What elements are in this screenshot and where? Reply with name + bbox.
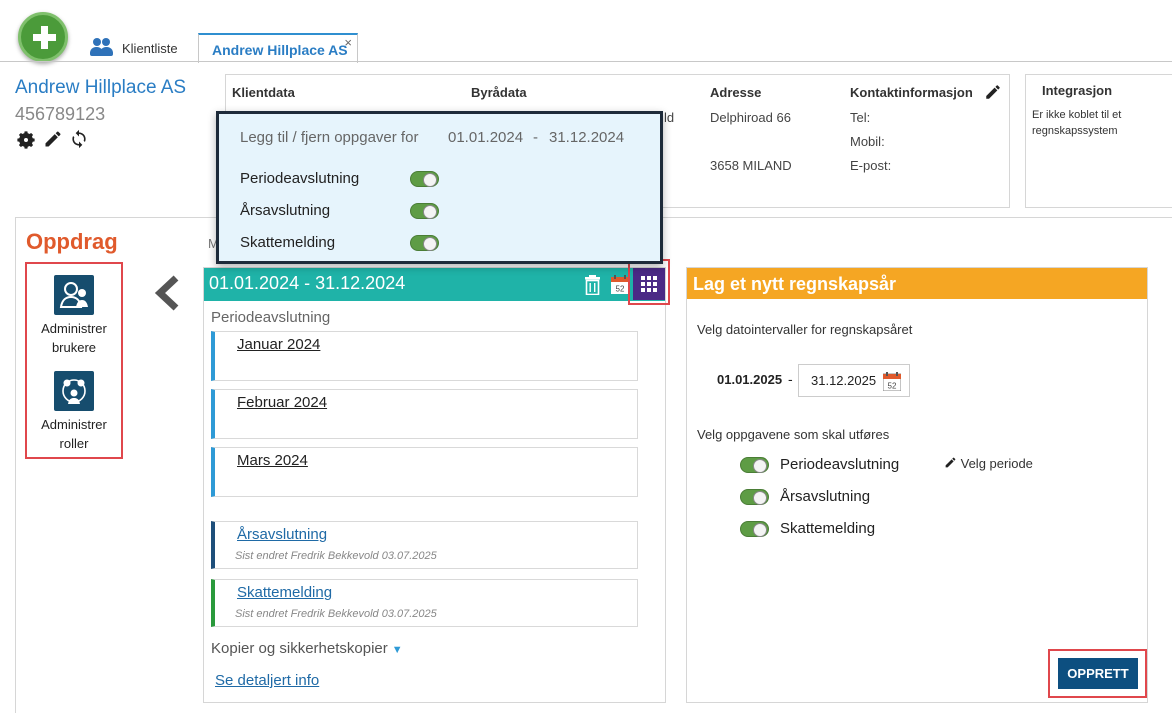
new-year-title: Lag et nytt regnskapsår bbox=[687, 268, 1147, 299]
arsavslutning-meta: Sist endret Fredrik Bekkevold 03.07.2025 bbox=[235, 550, 437, 562]
task-row-arsavslutning: Årsavslutning bbox=[740, 488, 870, 505]
popup-from: 01.01.2024 bbox=[448, 129, 524, 146]
periodeavslutning-label: Periodeavslutning bbox=[211, 309, 331, 326]
period-item-mars[interactable]: Mars 2024 bbox=[211, 447, 638, 497]
task-label-skattemelding: Skattemelding bbox=[780, 520, 876, 537]
calendar-badge-big: 52 bbox=[888, 382, 897, 391]
velg-periode-link[interactable]: Velg periode bbox=[944, 456, 1033, 471]
popup-item-arsavslutning: Årsavslutning bbox=[240, 202, 331, 219]
mobil-label: Mobil: bbox=[850, 134, 885, 149]
integrasjon-heading: Integrasjon bbox=[1042, 83, 1113, 98]
new-fiscal-year-panel: Velg datointervaller for regnskapsåret V… bbox=[686, 267, 1148, 703]
popup-sep: - bbox=[533, 129, 538, 146]
caret-down-icon: ▼ bbox=[391, 644, 403, 656]
date-interval-prompt: Velg datointervaller for regnskapsåret bbox=[697, 322, 913, 337]
period-header-to: 31.12.2024 bbox=[315, 273, 406, 293]
task-label-arsavslutning: Årsavslutning bbox=[780, 488, 871, 505]
byradata-heading: Byrådata bbox=[471, 85, 527, 100]
popup-title: Legg til / fjern oppgaver for bbox=[240, 129, 419, 146]
kontakt-heading: Kontaktinformasjon bbox=[850, 85, 973, 100]
task-item-skattemelding[interactable]: Skattemelding Sist endret Fredrik Bekkev… bbox=[211, 579, 638, 627]
to-date-field[interactable]: 31.12.2025 52 bbox=[798, 364, 910, 397]
arsavslutning-link[interactable]: Årsavslutning bbox=[237, 526, 327, 543]
task-toggle-arsavslutning[interactable] bbox=[740, 488, 769, 505]
skattemelding-meta: Sist endret Fredrik Bekkevold 03.07.2025 bbox=[235, 608, 437, 620]
integrasjon-status: Er ikke koblet til et regnskapssystem bbox=[1032, 109, 1122, 137]
grid-icon[interactable] bbox=[633, 268, 665, 300]
users-icon bbox=[88, 38, 114, 58]
chevron-left-icon[interactable] bbox=[150, 274, 190, 314]
se-detaljert-info-link[interactable]: Se detaljert info bbox=[215, 672, 319, 689]
close-tab-icon[interactable]: × bbox=[344, 35, 352, 50]
administrer-roller-button[interactable]: Administrer roller bbox=[27, 371, 121, 453]
admin-users-label-1: Administrer bbox=[41, 321, 107, 336]
period-item-februar[interactable]: Februar 2024 bbox=[211, 389, 638, 439]
period-link-mars[interactable]: Mars 2024 bbox=[237, 452, 308, 469]
client-number: 456789123 bbox=[15, 104, 106, 124]
popup-toggle-arsavslutning[interactable] bbox=[410, 203, 439, 219]
tab-client-label: Andrew Hillplace AS bbox=[212, 42, 348, 58]
byradata-value-truncated: ld bbox=[664, 110, 675, 125]
admin-shortcuts: Administrer brukere Administrer roller bbox=[25, 262, 123, 459]
task-item-arsavslutning[interactable]: Årsavslutning Sist endret Fredrik Bekkev… bbox=[211, 521, 638, 569]
period-item-januar[interactable]: Januar 2024 bbox=[211, 331, 638, 381]
from-date: 01.01.2025 bbox=[717, 372, 783, 387]
to-date-value: 31.12.2025 bbox=[811, 373, 877, 388]
admin-roles-label-2: roller bbox=[59, 436, 89, 451]
task-label-periodeavslutning: Periodeavslutning bbox=[780, 456, 900, 473]
task-toggle-skattemelding[interactable] bbox=[740, 520, 769, 537]
pencil-small-icon bbox=[945, 457, 956, 468]
adresse-heading: Adresse bbox=[710, 85, 762, 100]
client-name: Andrew Hillplace AS bbox=[15, 77, 187, 98]
calendar-picker-icon[interactable]: 52 bbox=[883, 372, 901, 391]
popup-item-periodeavslutning: Periodeavslutning bbox=[240, 170, 360, 187]
calendar-badge-small: 52 bbox=[616, 285, 625, 294]
task-row-skattemelding: Skattemelding bbox=[740, 520, 875, 537]
gear-icon[interactable] bbox=[15, 129, 37, 151]
tel-label: Tel: bbox=[850, 110, 871, 125]
admin-users-label-2: brukere bbox=[51, 340, 97, 355]
popup-to: 31.12.2024 bbox=[549, 129, 625, 146]
period-link-januar[interactable]: Januar 2024 bbox=[237, 336, 320, 353]
epost-label: E-post: bbox=[850, 158, 892, 173]
pencil-icon[interactable] bbox=[43, 129, 63, 149]
kopier-label: Kopier og sikkerhetskopier bbox=[211, 640, 388, 657]
tab-client[interactable]: Andrew Hillplace AS × bbox=[198, 33, 358, 63]
user-admin-icon bbox=[54, 275, 94, 315]
date-separator: - bbox=[788, 371, 793, 387]
period-link-februar[interactable]: Februar 2024 bbox=[237, 394, 327, 411]
period-header-from: 01.01.2024 bbox=[209, 273, 300, 293]
roles-admin-icon bbox=[54, 371, 94, 411]
add-client-button[interactable] bbox=[18, 12, 68, 62]
tab-divider bbox=[0, 61, 1172, 62]
period-header-sep: - bbox=[304, 273, 311, 293]
opprett-button[interactable]: OPPRETT bbox=[1058, 658, 1138, 689]
kopier-dropdown[interactable]: Kopier og sikkerhetskopier ▼ bbox=[211, 640, 403, 657]
administrer-brukere-button[interactable]: Administrer brukere bbox=[27, 275, 121, 357]
popup-toggle-periodeavslutning[interactable] bbox=[410, 171, 439, 187]
client-toolbar bbox=[15, 129, 89, 151]
task-prompt: Velg oppgavene som skal utføres bbox=[697, 427, 890, 442]
popup-item-skattemelding: Skattemelding bbox=[240, 234, 336, 251]
edit-contact-icon[interactable] bbox=[984, 83, 1002, 101]
trash-icon[interactable] bbox=[585, 275, 600, 295]
skattemelding-link[interactable]: Skattemelding bbox=[237, 584, 332, 601]
calendar-icon[interactable]: 52 bbox=[611, 275, 629, 294]
integrasjon-panel: Integrasjon Er ikke koblet til et regnsk… bbox=[1025, 74, 1172, 208]
adresse-line2: 3658 MILAND bbox=[710, 158, 792, 173]
task-toggle-popup: Legg til / fjern oppgaver for 01.01.2024… bbox=[216, 111, 663, 264]
adresse-line1: Delphiroad 66 bbox=[710, 110, 791, 125]
klientdata-heading: Klientdata bbox=[232, 85, 295, 100]
velg-periode-label: Velg periode bbox=[960, 456, 1033, 471]
tab-klientliste[interactable]: Klientliste bbox=[88, 36, 178, 60]
admin-roles-label-1: Administrer bbox=[41, 417, 107, 432]
tab-klientliste-label: Klientliste bbox=[122, 40, 178, 56]
popup-toggle-skattemelding[interactable] bbox=[410, 235, 439, 251]
oppdrag-title: Oppdrag bbox=[26, 229, 118, 254]
sync-icon[interactable] bbox=[69, 129, 89, 149]
task-toggle-periodeavslutning[interactable] bbox=[740, 456, 769, 473]
task-row-periodeavslutning: Periodeavslutning bbox=[740, 456, 899, 473]
